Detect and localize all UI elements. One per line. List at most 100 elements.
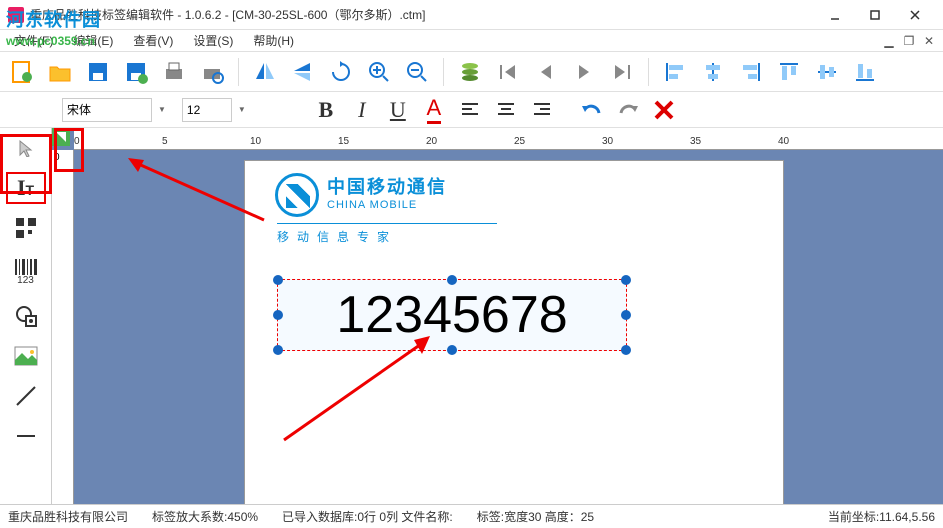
resize-handle-nw[interactable]	[273, 275, 283, 285]
canvas-area: 0 5 10 15 20 25 30 35 40 0 中国移动通信 CHINA	[52, 128, 943, 504]
new-icon	[9, 59, 35, 85]
logo-block[interactable]: 中国移动通信 CHINA MOBILE	[275, 173, 447, 217]
prev-button[interactable]	[530, 56, 562, 88]
mdi-close-button[interactable]: ✕	[921, 33, 937, 49]
align-left-icon	[460, 101, 480, 119]
barcode-tool[interactable]: 123	[6, 252, 46, 292]
open-button[interactable]	[44, 56, 76, 88]
chevron-down-icon[interactable]: ▼	[158, 105, 166, 114]
menu-settings[interactable]: 设置(S)	[185, 30, 241, 51]
app-icon	[8, 7, 24, 23]
menu-file[interactable]: 文件(F)	[6, 30, 61, 51]
resize-handle-n[interactable]	[447, 275, 457, 285]
flip-v-icon	[290, 59, 316, 85]
resize-handle-sw[interactable]	[273, 345, 283, 355]
flip-v-button[interactable]	[287, 56, 319, 88]
menu-view[interactable]: 查看(V)	[125, 30, 181, 51]
save-as-button[interactable]	[120, 56, 152, 88]
font-size-select[interactable]	[182, 98, 232, 122]
align-top-button[interactable]	[773, 56, 805, 88]
align-center-text-button[interactable]	[490, 96, 522, 124]
hline-tool[interactable]	[6, 420, 46, 452]
status-coords: 当前坐标:11.64,5.56	[828, 508, 935, 525]
menu-edit[interactable]: 编辑(E)	[65, 30, 121, 51]
chevron-down-icon[interactable]: ▼	[238, 105, 246, 114]
align-left-text-button[interactable]	[454, 96, 486, 124]
line-icon	[14, 384, 38, 408]
design-canvas[interactable]: 中国移动通信 CHINA MOBILE 移动信息专家 12345678	[74, 150, 943, 504]
vertical-ruler[interactable]: 0	[52, 150, 74, 504]
rotate-button[interactable]	[325, 56, 357, 88]
minimize-icon	[829, 9, 841, 21]
align-left-button[interactable]	[659, 56, 691, 88]
line-tool[interactable]	[6, 380, 46, 412]
mdi-minimize-button[interactable]: ▁	[881, 33, 897, 49]
align-bottom-button[interactable]	[849, 56, 881, 88]
prev-icon	[535, 61, 557, 83]
menu-bar: 文件(F) 编辑(E) 查看(V) 设置(S) 帮助(H) ▁ ❐ ✕	[0, 30, 943, 52]
resize-handle-ne[interactable]	[621, 275, 631, 285]
ruler-origin-marker[interactable]	[52, 128, 70, 146]
align-middle-icon	[815, 60, 839, 84]
resize-handle-s[interactable]	[447, 345, 457, 355]
title-bar: 重庆品胜科技标签编辑软件 - 1.0.6.2 - [CM-30-25SL-600…	[0, 0, 943, 30]
database-button[interactable]	[454, 56, 486, 88]
undo-button[interactable]	[576, 96, 608, 124]
status-bar: 重庆品胜科技有限公司 标签放大系数:450% 已导入数据库:0行 0列 文件名称…	[0, 504, 943, 528]
pointer-tool[interactable]	[6, 132, 46, 164]
zoom-out-button[interactable]	[401, 56, 433, 88]
separator	[238, 58, 239, 86]
next-button[interactable]	[568, 56, 600, 88]
font-family-select[interactable]	[62, 98, 152, 122]
close-button[interactable]	[895, 1, 935, 29]
underline-button[interactable]: U	[382, 96, 414, 124]
resize-handle-se[interactable]	[621, 345, 631, 355]
align-center-h-button[interactable]	[697, 56, 729, 88]
align-middle-button[interactable]	[811, 56, 843, 88]
image-tool[interactable]	[6, 340, 46, 372]
delete-button[interactable]	[648, 96, 680, 124]
status-company: 重庆品胜科技有限公司	[8, 508, 128, 525]
logo-subtitle: 移动信息专家	[277, 223, 497, 245]
mdi-controls: ▁ ❐ ✕	[881, 33, 937, 49]
shape-icon	[14, 304, 38, 328]
last-button[interactable]	[606, 56, 638, 88]
bold-button[interactable]: B	[310, 96, 342, 124]
shape-tool[interactable]	[6, 300, 46, 332]
status-size: 标签:宽度30 高度：25	[477, 508, 594, 525]
first-button[interactable]	[492, 56, 524, 88]
next-icon	[573, 61, 595, 83]
redo-button[interactable]	[612, 96, 644, 124]
window-controls	[815, 1, 935, 29]
resize-handle-e[interactable]	[621, 310, 631, 320]
redo-icon	[615, 99, 641, 121]
print-button[interactable]	[158, 56, 190, 88]
align-right-text-button[interactable]	[526, 96, 558, 124]
separator	[648, 58, 649, 86]
text-tool[interactable]: IT	[6, 172, 46, 204]
minimize-button[interactable]	[815, 1, 855, 29]
font-color-button[interactable]: A	[418, 96, 450, 124]
italic-button[interactable]: I	[346, 96, 378, 124]
zoom-in-button[interactable]	[363, 56, 395, 88]
resize-handle-w[interactable]	[273, 310, 283, 320]
image-icon	[14, 346, 38, 366]
label-sheet[interactable]: 中国移动通信 CHINA MOBILE 移动信息专家 12345678	[244, 160, 784, 504]
delete-icon	[652, 98, 676, 122]
menu-help[interactable]: 帮助(H)	[245, 30, 302, 51]
align-right-button[interactable]	[735, 56, 767, 88]
save-as-icon	[123, 59, 149, 85]
undo-icon	[579, 99, 605, 121]
selected-text-element[interactable]: 12345678	[277, 279, 627, 351]
horizontal-ruler[interactable]: 0 5 10 15 20 25 30 35 40	[74, 128, 943, 150]
qrcode-tool[interactable]	[6, 212, 46, 244]
side-toolbar: IT 123	[0, 128, 52, 504]
barcode-icon	[13, 259, 39, 275]
print-preview-button[interactable]	[196, 56, 228, 88]
flip-h-button[interactable]	[249, 56, 281, 88]
new-button[interactable]	[6, 56, 38, 88]
maximize-icon	[869, 9, 881, 21]
save-button[interactable]	[82, 56, 114, 88]
maximize-button[interactable]	[855, 1, 895, 29]
mdi-restore-button[interactable]: ❐	[901, 33, 917, 49]
